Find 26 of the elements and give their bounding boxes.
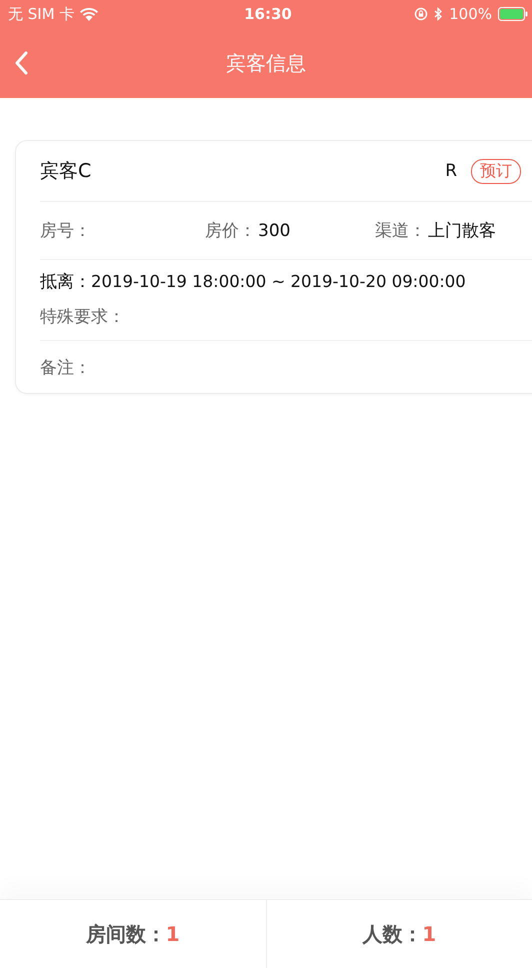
stay-label: 抵离： — [40, 271, 91, 293]
field-label: 房号： — [40, 220, 91, 242]
back-button[interactable] — [14, 51, 28, 75]
clock-text: 16:30 — [244, 5, 292, 23]
stay-value: 2019-10-19 18:00:00 ~ 2019-10-20 09:00:00 — [91, 272, 466, 291]
summary-label: 房间数： — [86, 920, 166, 948]
summary-label: 人数： — [362, 920, 422, 948]
field-label: 渠道： — [375, 220, 426, 242]
battery-text: 100% — [449, 5, 492, 23]
bluetooth-icon — [434, 7, 444, 21]
field-value: 300 — [258, 220, 290, 240]
back-icon — [14, 51, 28, 75]
note-label: 备注： — [40, 356, 91, 378]
field-value: 上门散客 — [428, 220, 496, 242]
guest-name: 宾客C — [40, 159, 92, 184]
rotation-lock-icon — [414, 7, 428, 21]
carrier-text: 无 SIM 卡 — [8, 4, 74, 24]
page-title: 宾客信息 — [226, 50, 306, 76]
special-request-label: 特殊要求： — [40, 306, 125, 328]
wifi-icon — [80, 8, 98, 20]
field-label: 房价： — [205, 220, 256, 242]
summary-value: 1 — [422, 922, 436, 946]
status-tag: 预订 — [471, 158, 521, 184]
summary-value: 1 — [166, 922, 180, 946]
battery-icon — [498, 7, 528, 21]
room-code-text: R — [445, 161, 457, 181]
